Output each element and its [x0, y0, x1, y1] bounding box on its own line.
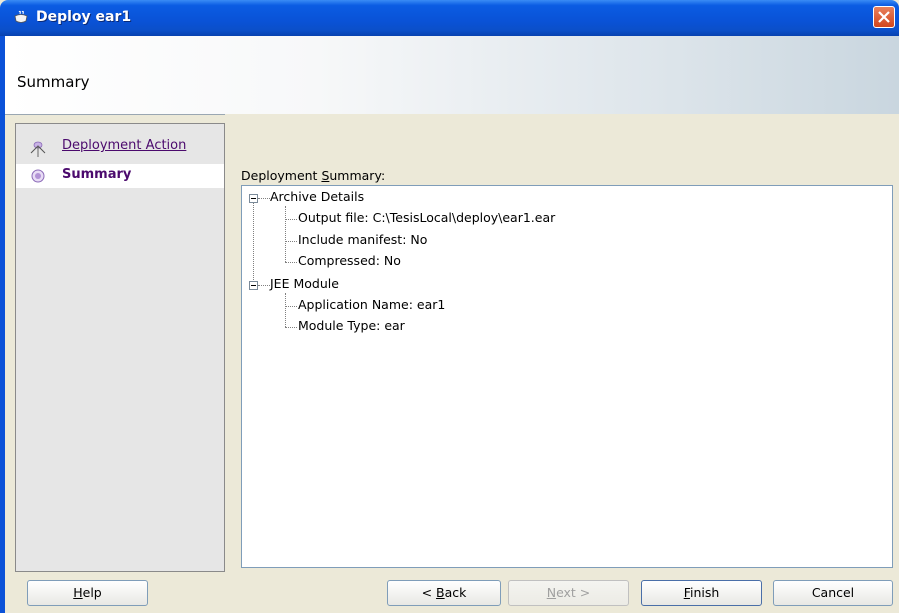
nav-item-label[interactable]: Deployment Action — [62, 138, 186, 153]
tree-node-jee-module[interactable]: JEE Module — [270, 276, 339, 291]
tree-node-archive-details[interactable]: Archive Details — [270, 189, 364, 204]
window-frame-left — [0, 36, 5, 613]
finish-button[interactable]: Finish — [641, 580, 762, 606]
title-bar[interactable]: Deploy ear1 — [0, 0, 899, 36]
nav-item-deployment-action[interactable]: Deployment Action — [16, 135, 224, 159]
help-button[interactable]: Help — [27, 580, 148, 606]
window-title: Deploy ear1 — [36, 9, 132, 25]
tree-leaf-compressed[interactable]: Compressed: No — [298, 253, 401, 268]
deployment-summary-label: Deployment Summary: — [241, 168, 386, 183]
coffee-cup-icon — [14, 10, 28, 23]
collapse-toggle-icon[interactable] — [249, 281, 258, 290]
deployment-summary-tree[interactable]: Archive Details Output file: C:\TesisLoc… — [241, 185, 893, 568]
wizard-header: Summary — [5, 36, 899, 115]
nav-item-summary[interactable]: Summary — [16, 164, 224, 188]
tree-leaf-module-type[interactable]: Module Type: ear — [298, 318, 405, 333]
step-done-icon — [30, 141, 46, 157]
step-current-icon — [31, 169, 45, 183]
wizard-step-list: Deployment Action Summary — [15, 123, 225, 572]
back-button[interactable]: < Back — [387, 580, 501, 606]
collapse-toggle-icon[interactable] — [249, 194, 258, 203]
tree-leaf-output-file[interactable]: Output file: C:\TesisLocal\deploy\ear1.e… — [298, 210, 555, 225]
tree-leaf-include-manifest[interactable]: Include manifest: No — [298, 232, 427, 247]
page-title: Summary — [17, 73, 90, 91]
close-icon — [878, 11, 890, 23]
nav-item-label: Summary — [62, 167, 132, 182]
tree-leaf-application-name[interactable]: Application Name: ear1 — [298, 297, 445, 312]
next-button[interactable]: Next > — [508, 580, 629, 606]
cancel-button[interactable]: Cancel — [773, 580, 893, 606]
close-button[interactable] — [873, 6, 895, 28]
